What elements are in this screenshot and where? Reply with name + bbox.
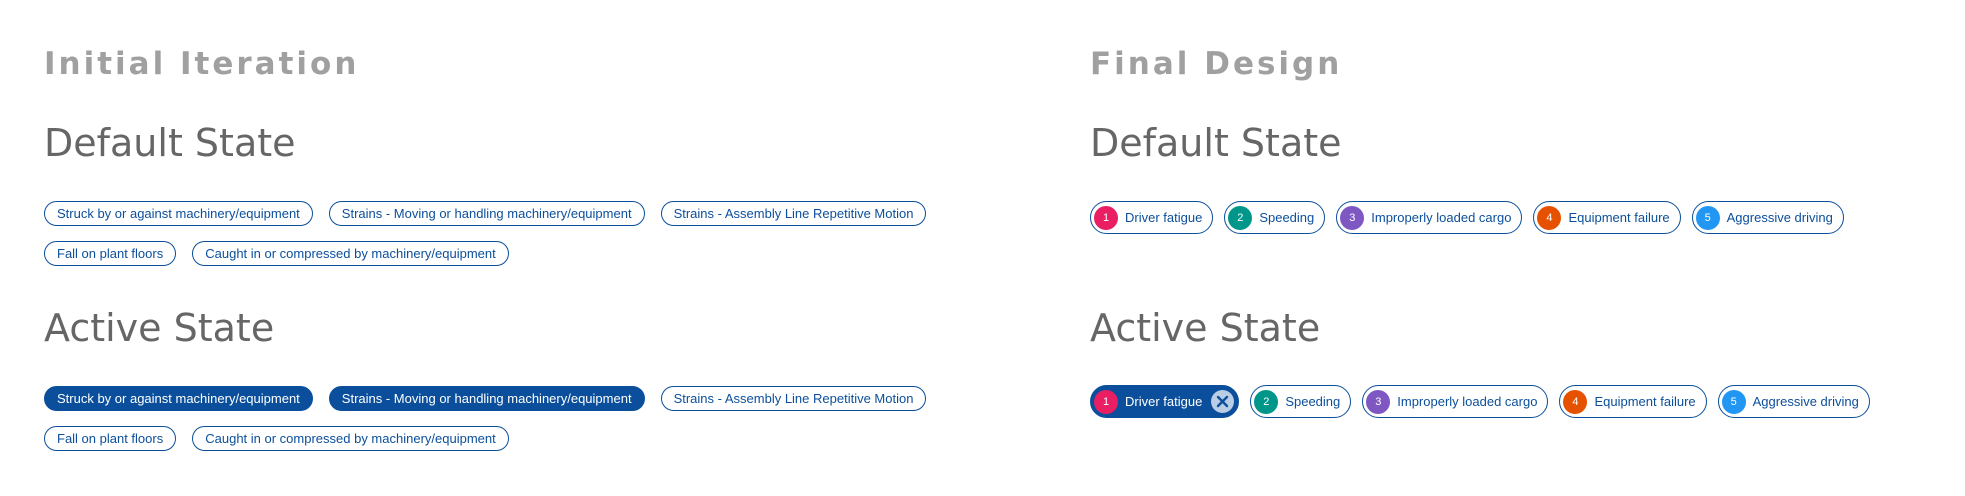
pill-label: Equipment failure (1594, 394, 1696, 409)
pill-equipment-failure[interactable]: 4 Equipment failure (1559, 385, 1707, 418)
number-badge: 1 (1094, 389, 1118, 414)
pill-label: Driver fatigue (1125, 394, 1203, 409)
initial-active-row-1: Struck by or against machinery/equipment… (44, 386, 927, 411)
initial-active-state-title: Active State (44, 306, 275, 350)
chip-strains-assembly[interactable]: Strains - Assembly Line Repetitive Motio… (660, 386, 927, 411)
number-badge: 2 (1228, 205, 1253, 230)
final-active-row: 1 Driver fatigue 2 Speeding 3 Improperly… (1090, 385, 1870, 418)
initial-iteration-title: Initial Iteration (44, 46, 360, 82)
pill-aggressive-driving[interactable]: 5 Aggressive driving (1717, 385, 1870, 418)
close-icon-glyph (1217, 395, 1229, 408)
number-badge: 3 (1340, 205, 1365, 230)
close-icon[interactable] (1211, 390, 1235, 413)
number-badge: 1 (1094, 205, 1118, 230)
initial-default-state-title: Default State (44, 121, 296, 165)
chip-strains-assembly[interactable]: Strains - Assembly Line Repetitive Motio… (660, 201, 927, 226)
chip-fall-on-floors[interactable]: Fall on plant floors (44, 241, 177, 266)
pill-improperly-loaded-cargo[interactable]: 3 Improperly loaded cargo (1362, 385, 1549, 418)
pill-aggressive-driving[interactable]: 5 Aggressive driving (1691, 201, 1844, 234)
pill-label: Aggressive driving (1752, 394, 1859, 409)
pill-equipment-failure[interactable]: 4 Equipment failure (1533, 201, 1681, 234)
chip-caught-in[interactable]: Caught in or compressed by machinery/equ… (192, 241, 509, 266)
number-badge: 5 (1695, 205, 1720, 230)
pill-label: Speeding (1285, 394, 1341, 409)
pill-improperly-loaded-cargo[interactable]: 3 Improperly loaded cargo (1336, 201, 1523, 234)
chip-fall-on-floors[interactable]: Fall on plant floors (44, 426, 177, 451)
final-default-state-title: Default State (1090, 121, 1342, 165)
pill-label: Aggressive driving (1726, 210, 1833, 225)
initial-default-row-1: Struck by or against machinery/equipment… (44, 201, 927, 226)
pill-label: Driver fatigue (1125, 210, 1203, 225)
final-design-title: Final Design (1090, 46, 1343, 82)
chip-strains-moving-active[interactable]: Strains - Moving or handling machinery/e… (328, 386, 645, 411)
final-default-row: 1 Driver fatigue 2 Speeding 3 Improperly… (1090, 201, 1844, 234)
number-badge: 4 (1537, 205, 1562, 230)
number-badge: 3 (1366, 389, 1391, 414)
number-badge: 2 (1254, 389, 1279, 414)
chip-struck-by-active[interactable]: Struck by or against machinery/equipment (44, 386, 313, 411)
pill-label: Improperly loaded cargo (1371, 210, 1512, 225)
number-badge: 4 (1563, 389, 1588, 414)
chip-caught-in[interactable]: Caught in or compressed by machinery/equ… (192, 426, 509, 451)
pill-speeding[interactable]: 2 Speeding (1224, 201, 1326, 234)
pill-label: Equipment failure (1568, 210, 1670, 225)
chip-struck-by[interactable]: Struck by or against machinery/equipment (44, 201, 313, 226)
pill-label: Improperly loaded cargo (1397, 394, 1538, 409)
pill-speeding[interactable]: 2 Speeding (1250, 385, 1352, 418)
pill-label: Speeding (1259, 210, 1315, 225)
initial-active-row-2: Fall on plant floors Caught in or compre… (44, 426, 509, 451)
initial-default-row-2: Fall on plant floors Caught in or compre… (44, 241, 509, 266)
final-active-state-title: Active State (1090, 306, 1321, 350)
pill-driver-fatigue-active[interactable]: 1 Driver fatigue (1090, 385, 1240, 418)
chip-strains-moving[interactable]: Strains - Moving or handling machinery/e… (328, 201, 645, 226)
pill-driver-fatigue[interactable]: 1 Driver fatigue (1090, 201, 1214, 234)
number-badge: 5 (1721, 389, 1746, 414)
